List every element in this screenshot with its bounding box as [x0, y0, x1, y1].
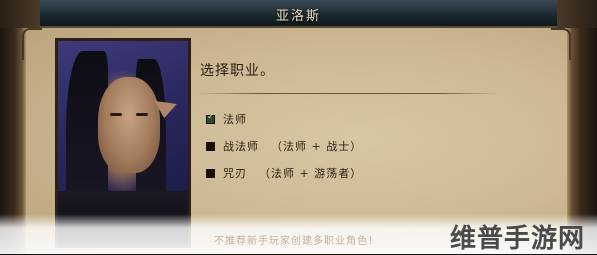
- checkbox-checked-icon[interactable]: [206, 112, 216, 124]
- class-option-battle-mage[interactable]: 战法师 （法师 + 战士）: [206, 138, 362, 154]
- corner-ornament-right: [551, 28, 571, 60]
- multiclass-warning: 不推荐新手玩家创建多职业角色！: [214, 236, 379, 247]
- portrait-eye: [136, 113, 148, 116]
- checkbox-icon[interactable]: [206, 141, 215, 151]
- checkbox-icon[interactable]: [206, 168, 215, 178]
- class-option-subtext: （法师 + 战士）: [271, 140, 363, 153]
- corner-ornament-left: [22, 28, 42, 60]
- title-bar: 亚洛斯: [0, 0, 597, 28]
- site-watermark: 维普手游网: [449, 224, 585, 254]
- class-option-subtext: （法师 + 游荡者）: [259, 167, 363, 180]
- portrait-face: [98, 77, 160, 173]
- class-option-label: 咒刃: [223, 167, 247, 180]
- divider: [198, 93, 498, 94]
- class-option-label: 法师: [223, 113, 247, 126]
- class-option-wizard[interactable]: 法师: [206, 111, 247, 127]
- portrait-eye: [110, 113, 122, 116]
- class-option-spellblade[interactable]: 咒刃 （法师 + 游荡者）: [206, 165, 362, 181]
- dialog-frame: 亚洛斯 选择职业。 法师 战法师 （法师 + 战士） 咒刃 （法师 + 游荡者）…: [0, 0, 597, 254]
- class-prompt: 选择职业。: [200, 63, 275, 79]
- class-option-label: 战法师: [223, 140, 259, 153]
- dialog-title: 亚洛斯: [275, 9, 321, 24]
